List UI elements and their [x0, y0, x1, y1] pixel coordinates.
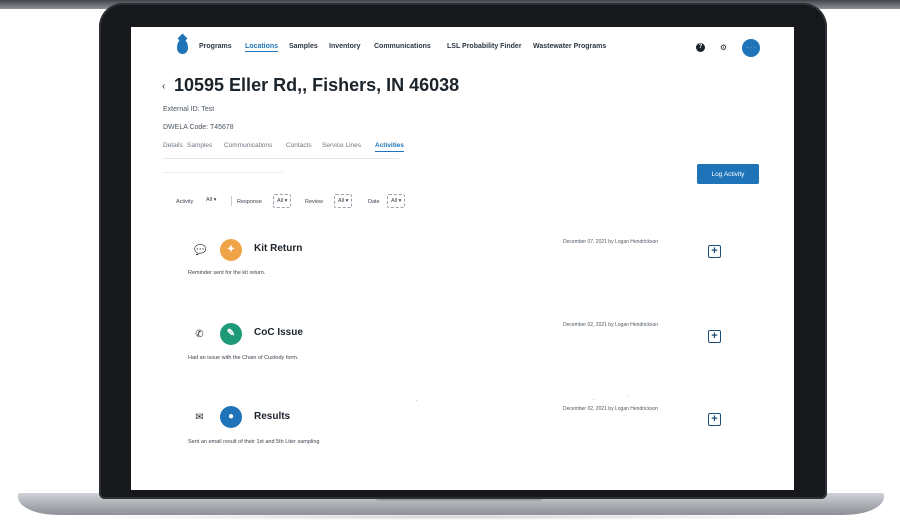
help-icon[interactable]: ? — [696, 43, 705, 52]
water-drop-logo-icon[interactable] — [177, 39, 188, 54]
tab-activities[interactable]: Activities — [375, 142, 404, 152]
external-id: External ID: Test — [163, 106, 215, 113]
filter-response-select[interactable]: All ▾ — [273, 194, 292, 208]
chat-icon: 💬 — [194, 245, 207, 256]
activity-title: CoC Issue — [254, 327, 303, 338]
activity-date: December 02, 2021 by Logan Hendrickson — [563, 406, 659, 412]
filter-review-label: Review — [305, 199, 324, 205]
activity-title: Kit Return — [254, 243, 303, 254]
phone-icon: ✆ — [195, 329, 204, 340]
activity-date: December 07, 2021 by Logan Hendrickson — [563, 239, 659, 245]
screen-speck — [627, 395, 628, 396]
tab-samples[interactable]: Samples — [187, 142, 212, 149]
tab-details[interactable]: Details — [163, 142, 183, 149]
product-photo: Programs Locations Samples Inventory Com… — [0, 0, 900, 524]
top-navigation: Programs Locations Samples Inventory Com… — [131, 27, 794, 73]
tab-communications[interactable]: Communications — [224, 142, 272, 149]
filter-response-label: Response — [237, 199, 262, 205]
expand-activity-button[interactable]: + — [708, 330, 721, 343]
section-divider — [163, 172, 283, 173]
expand-activity-button[interactable]: + — [708, 413, 721, 426]
results-badge-icon: ● — [220, 406, 242, 428]
nav-locations[interactable]: Locations — [245, 43, 279, 52]
activity-description: Sent an email result of their 1st and 5t… — [188, 439, 320, 445]
filter-activity-select[interactable]: All ▾ — [203, 194, 219, 208]
nav-communications[interactable]: Communications — [374, 43, 431, 50]
laptop-screen: Programs Locations Samples Inventory Com… — [131, 27, 794, 490]
kit-return-badge-icon: ✦ — [220, 239, 242, 261]
back-chevron-icon[interactable]: ‹ — [162, 81, 165, 92]
activity-description: Reminder sent for the kit return. — [188, 270, 266, 276]
nav-wastewater-programs[interactable]: Wastewater Programs — [533, 43, 606, 50]
tab-contacts[interactable]: Contacts — [286, 142, 312, 149]
mail-icon: ✉ — [195, 412, 204, 423]
page-title: 10595 Eller Rd,, Fishers, IN 46038 — [174, 75, 460, 95]
settings-gear-icon[interactable]: ⚙ — [719, 43, 728, 52]
expand-activity-button[interactable]: + — [708, 245, 721, 258]
nav-programs[interactable]: Programs — [199, 43, 232, 50]
screen-speck — [416, 400, 417, 401]
filter-activity-label: Activity — [176, 199, 194, 205]
log-activity-button[interactable]: Log Activity — [697, 164, 759, 184]
activity-title: Results — [254, 411, 291, 422]
user-avatar[interactable]: · · · — [742, 39, 760, 57]
activity-description: Had an issue with the Chain of Custody f… — [188, 355, 299, 361]
activity-date: December 02, 2021 by Logan Hendrickson — [563, 322, 659, 328]
screen-speck — [593, 399, 594, 400]
tab-service-lines[interactable]: Service Lines — [322, 142, 361, 149]
filter-date-select[interactable]: All ▾ — [387, 194, 406, 208]
nav-lsl-probability-finder[interactable]: LSL Probability Finder — [447, 43, 522, 50]
tabs-divider — [163, 158, 399, 159]
dwela-code: DWELA Code: T45678 — [163, 124, 234, 131]
nav-samples[interactable]: Samples — [289, 43, 318, 50]
filter-separator — [231, 196, 232, 206]
nav-inventory[interactable]: Inventory — [329, 43, 361, 50]
coc-issue-badge-icon: ✎ — [220, 323, 242, 345]
filter-date-label: Date — [368, 199, 380, 205]
filter-review-select[interactable]: All ▾ — [334, 194, 353, 208]
